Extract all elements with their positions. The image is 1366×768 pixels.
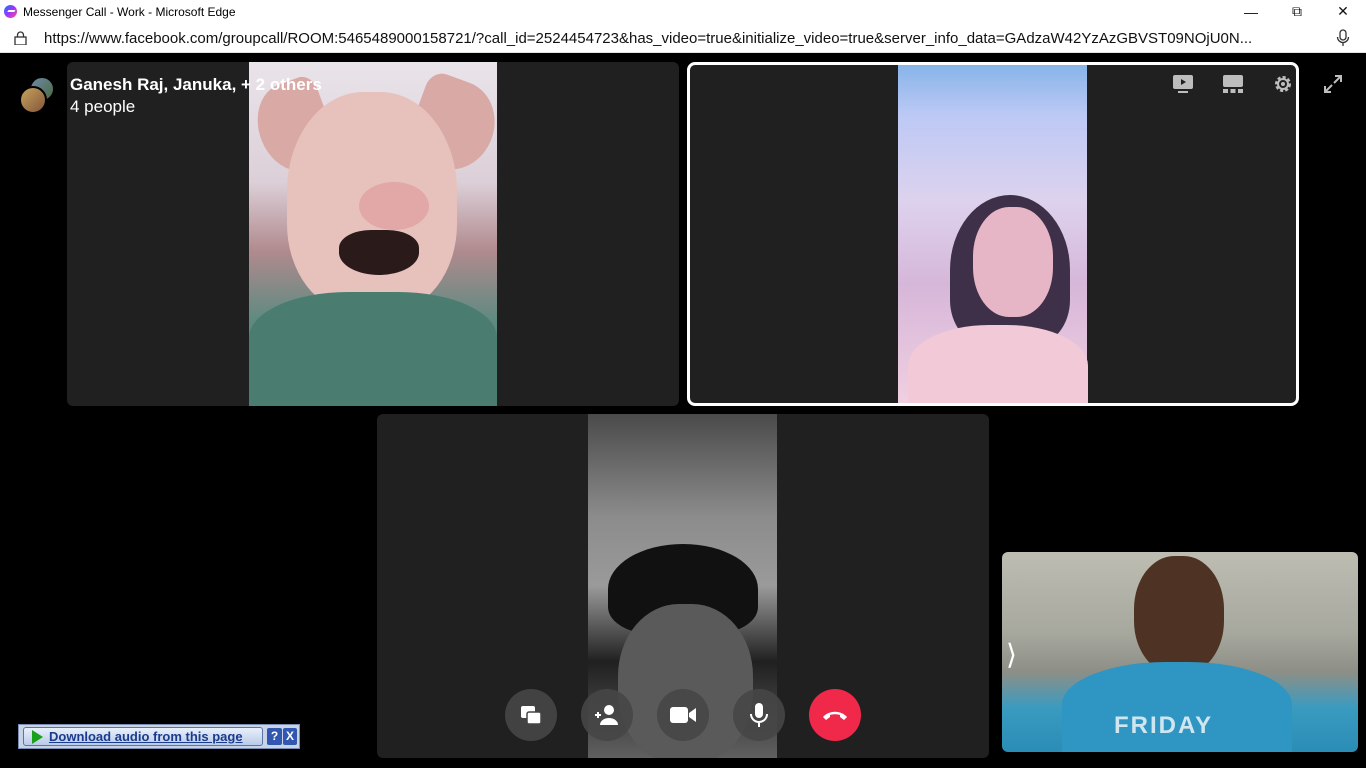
settings-icon[interactable] (1270, 71, 1296, 97)
add-people-button[interactable] (581, 689, 633, 741)
microphone-icon[interactable] (1336, 29, 1350, 47)
screen-share-button[interactable] (505, 689, 557, 741)
download-audio-button[interactable]: Download audio from this page (23, 727, 263, 746)
self-view[interactable]: FRIDAY ⟩ (1002, 552, 1358, 752)
avatar (19, 86, 47, 114)
participant-tile-1[interactable] (67, 62, 679, 406)
participant-video (898, 65, 1088, 403)
end-call-button[interactable] (809, 689, 861, 741)
window-title: Messenger Call - Work - Microsoft Edge (23, 4, 236, 19)
pig-mouth (339, 230, 419, 275)
end-call-icon (823, 711, 847, 720)
restore-button[interactable]: ⧉ (1274, 0, 1320, 23)
participant-tile-2-active[interactable] (687, 62, 1299, 406)
close-widget-button[interactable]: X (283, 728, 297, 745)
participant-body (908, 325, 1088, 403)
video-camera-icon (670, 707, 696, 723)
download-audio-widget: Download audio from this page ? X (18, 724, 300, 749)
window-title-bar: Messenger Call - Work - Microsoft Edge —… (0, 0, 1366, 23)
toggle-mic-button[interactable] (733, 689, 785, 741)
layout-icon[interactable] (1220, 71, 1246, 97)
green-shirt (249, 292, 497, 406)
pig-snout (359, 182, 429, 230)
screen-share-icon (521, 706, 542, 725)
lock-icon (14, 31, 27, 45)
call-stage: FRIDAY ⟩ Ganesh Raj, Januka, + 2 others … (0, 54, 1366, 768)
toggle-video-button[interactable] (657, 689, 709, 741)
help-button[interactable]: ? (267, 728, 282, 745)
close-button[interactable]: ✕ (1320, 0, 1366, 23)
shirt-print: FRIDAY (1114, 712, 1214, 739)
share-screen-icon[interactable] (1170, 71, 1196, 97)
call-title: Ganesh Raj, Januka, + 2 others (70, 75, 322, 94)
download-audio-label: Download audio from this page (49, 729, 243, 744)
address-bar: https://www.facebook.com/groupcall/ROOM:… (0, 23, 1366, 53)
group-avatar (19, 76, 57, 114)
microphone-icon (750, 703, 768, 727)
participant-count: 4 people (70, 97, 136, 116)
self-head (1134, 556, 1224, 674)
add-user-icon (595, 705, 618, 725)
self-video: FRIDAY (1002, 552, 1358, 752)
play-icon (32, 729, 43, 744)
fullscreen-icon[interactable] (1320, 71, 1346, 97)
messenger-icon (4, 5, 17, 18)
minimize-button[interactable]: — (1228, 0, 1274, 23)
participant-face (973, 207, 1053, 317)
url-field[interactable]: https://www.facebook.com/groupcall/ROOM:… (44, 30, 1324, 47)
chevron-right-icon[interactable]: ⟩ (1006, 638, 1017, 671)
participant-video (245, 62, 507, 406)
